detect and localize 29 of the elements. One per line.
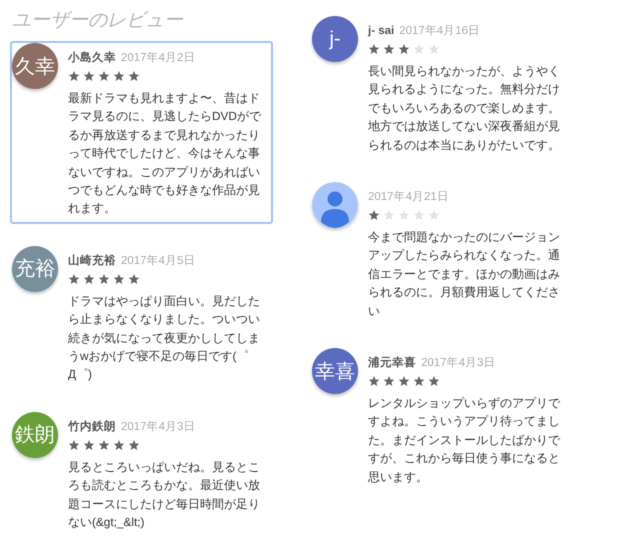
review-date: 2017年4月21日	[368, 191, 449, 204]
review-text: 見るところいっぱいだね。見るところも読むところもかな。最近使い放題コースにしたけど毎日時間が足りない(&gt;_&lt;)	[68, 458, 261, 532]
avatar: 幸喜	[312, 348, 358, 394]
review-date: 2017年4月2日	[121, 52, 196, 64]
review-card[interactable]: 充裕 山崎充裕 2017年4月5日 ドラマはやっぱり面白い。見だしたら止まらなくなりました。ついつい続きが気になって夜更かししてしまうwおかげで寝不足の毎日です(゜Д゜)	[10, 244, 273, 390]
review-date: 2017年4月3日	[121, 420, 196, 433]
review-text: 長い間見られなかったが、ようやく見られるようになった。無料分だけでもいろいろあるので楽しめます。地方では放送してない深夜番組が見られるのは本当にありがたいです。	[368, 63, 561, 154]
review-date: 2017年4月16日	[399, 25, 480, 37]
review-card[interactable]: 久幸 小島久幸 2017年4月2日 最新ドラマも見れますよ〜、昔はドラマ見るのに、見逃したらDVDがでるか再放送するまで見れなかったりって時代でしたけど、今はそんな事ないですね。このアプリがあればいつでもどんな時でも好きな作品が見れます。	[10, 41, 273, 224]
avatar: 鉄朗	[12, 412, 58, 458]
avatar: 久幸	[12, 43, 58, 89]
reviewer-name: j- sai	[368, 25, 394, 37]
reviewer-name: 竹内鉄朗	[68, 420, 116, 433]
review-date: 2017年4月5日	[121, 254, 196, 267]
reviewer-name: 浦元幸喜	[368, 357, 416, 370]
avatar: j-	[312, 16, 358, 62]
review-card[interactable]: 2017年4月21日 今まで問題なかったのにバージョンアップしたらみられなくなった。通信エラーとでます。ほかの動画はみられるのに。月額費用返してください	[310, 180, 570, 326]
review-date: 2017年4月3日	[421, 357, 496, 370]
review-text: 今まで問題なかったのにバージョンアップしたらみられなくなった。通信エラーとでます。ほかの動画はみられるのに。月額費用返してください	[368, 229, 561, 320]
review-text: レンタルショップいらずのアプリですよね。こういうアプリ待ってました。まだインストールしたばかりですが、これから毎日使う事になると思います。	[368, 395, 562, 486]
review-card[interactable]: 幸喜 浦元幸喜 2017年4月3日 レンタルショップいらずのアプリですよね。こういうアプリ待ってました。まだインストールしたばかりですが、これから毎日使う事になると思います。	[310, 346, 570, 492]
reviewer-name: 山崎充裕	[68, 254, 116, 267]
review-card[interactable]: 鉄朗 竹内鉄朗 2017年4月3日 見るところいっぱいだね。見るところも読むところもかな。最近使い放題コースにしたけど毎日時間が足りない(&gt;_&lt;)	[10, 410, 273, 538]
avatar: 充裕	[12, 246, 58, 292]
reviewer-name: 小島久幸	[68, 52, 116, 64]
section-title: ユーザーのレビュー	[11, 9, 184, 33]
review-card[interactable]: j- j- sai 2017年4月16日 長い間見られなかったが、ようやく見られるようになった。無料分だけでもいろいろあるので楽しめます。地方では放送してない深夜番組が見られるのは本当にありがたいです。	[310, 14, 570, 160]
review-text: 最新ドラマも見れますよ〜、昔はドラマ見るのに、見逃したらDVDがでるか再放送するまで見れなかったりって時代でしたけど、今はそんな事ないですね。このアプリがあればいつでもどんな時でも好きな作品が見れます。	[68, 90, 262, 218]
review-text: ドラマはやっぱり面白い。見だしたら止まらなくなりました。ついつい続きが気になって夜更かししてしまうwおかげで寝不足の毎日です(゜Д゜)	[68, 292, 261, 384]
